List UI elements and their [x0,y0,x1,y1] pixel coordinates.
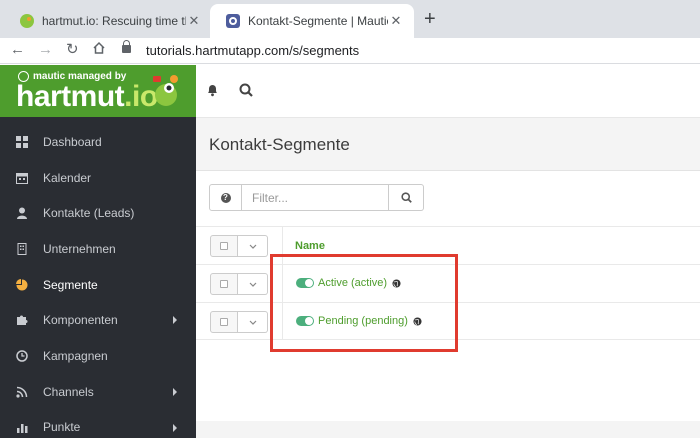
sidebar: mautic managed by hartmut.io Dashboard K… [0,65,196,438]
question-icon: ? [220,192,231,203]
sidebar-item-dashboard[interactable]: Dashboard [0,124,196,160]
sidebar-item-kontakte[interactable]: Kontakte (Leads) [0,195,196,231]
sidebar-item-kampagnen[interactable]: Kampagnen [0,338,196,374]
sidebar-nav: Dashboard Kalender Kontakte (Leads) Unte… [0,124,196,438]
close-icon[interactable]: ✕ [388,13,404,29]
sidebar-item-punkte[interactable]: Punkte [0,410,196,438]
chart-icon [17,424,28,434]
sidebar-item-label: Dashboard [43,134,102,149]
chevron-down-icon [249,320,256,325]
forward-icon[interactable]: → [38,41,53,59]
search-icon[interactable] [239,83,253,102]
mautic-icon [226,14,240,28]
annotation-highlight-box [270,254,458,352]
bulk-actions-dropdown[interactable] [238,235,268,257]
filter-search-button[interactable] [389,184,424,211]
sidebar-item-label: Kampagnen [43,348,108,363]
page-header: Kontakt-Segmente [196,118,700,171]
sidebar-item-channels[interactable]: Channels [0,374,196,410]
select-all-checkbox[interactable] [210,235,238,257]
pie-chart-icon [16,278,28,291]
row-checkbox-group[interactable] [210,311,268,333]
chameleon-mascot-icon [153,75,178,106]
chameleon-icon [20,14,34,28]
reload-icon[interactable]: ↻ [66,41,79,59]
home-icon[interactable] [92,41,106,60]
help-button[interactable]: ? [209,184,242,211]
sidebar-item-label: Segmente [43,277,98,292]
browser-tab-strip: hartmut.io: Rescuing time throu ✕ Kontak… [0,0,700,38]
row-checkbox[interactable] [210,273,238,295]
lock-icon[interactable] [122,40,131,53]
user-icon [17,207,27,220]
brand-name: hartmut.io [16,80,158,114]
column-header-name[interactable]: Name [295,240,325,252]
bell-icon[interactable] [206,83,219,102]
rss-icon [16,386,28,398]
row-actions-dropdown[interactable] [238,311,268,333]
sidebar-item-unternehmen[interactable]: Unternehmen [0,231,196,267]
chevron-down-icon [249,282,256,287]
tab-title: Kontakt-Segmente | Mautic [248,14,388,28]
clock-icon [16,350,28,362]
sidebar-item-label: Punkte [43,420,81,435]
sidebar-item-label: Channels [43,384,94,399]
search-icon [400,192,412,203]
browser-tab-hartmut[interactable]: hartmut.io: Rescuing time throu ✕ [4,4,212,38]
chevron-down-icon [249,244,256,249]
top-bar [196,65,700,118]
browser-tab-mautic[interactable]: Kontakt-Segmente | Mautic ✕ [210,4,414,38]
row-actions-dropdown[interactable] [238,273,268,295]
filter-input[interactable] [242,184,389,211]
sidebar-item-segmente[interactable]: Segmente [0,267,196,303]
back-icon[interactable]: ← [10,41,25,59]
puzzle-icon [17,315,28,326]
checkbox-icon [220,242,228,250]
sidebar-item-label: Unternehmen [43,241,116,256]
chevron-right-icon [173,423,177,432]
sidebar-item-label: Kalender [43,170,92,185]
page-title: Kontakt-Segmente [209,135,350,154]
calendar-icon [16,172,28,184]
url-field[interactable]: tutorials.hartmutapp.com/s/segments [146,43,359,58]
new-tab-button[interactable]: + [424,9,436,29]
row-checkbox-group[interactable] [210,273,268,295]
sidebar-item-label: Kontakte (Leads) [43,206,135,221]
brand-name-text: hartmut [16,80,125,113]
dashboard-icon [16,135,28,148]
row-checkbox[interactable] [210,311,238,333]
sidebar-item-komponenten[interactable]: Komponenten [0,302,196,338]
chevron-right-icon [173,387,177,396]
chevron-right-icon [173,316,177,325]
checkbox-icon [220,318,228,326]
tab-title: hartmut.io: Rescuing time throu [42,14,186,28]
building-icon [17,242,27,255]
sidebar-item-label: Komponenten [43,313,118,328]
select-all-checkbox-group[interactable] [210,235,268,257]
close-icon[interactable]: ✕ [186,13,202,29]
sidebar-item-kalender[interactable]: Kalender [0,160,196,196]
filter-bar: ? [209,184,424,211]
address-bar: ← → ↻ tutorials.hartmutapp.com/s/segment… [0,38,700,64]
brand-logo[interactable]: mautic managed by hartmut.io [0,65,196,117]
checkbox-icon [220,280,228,288]
